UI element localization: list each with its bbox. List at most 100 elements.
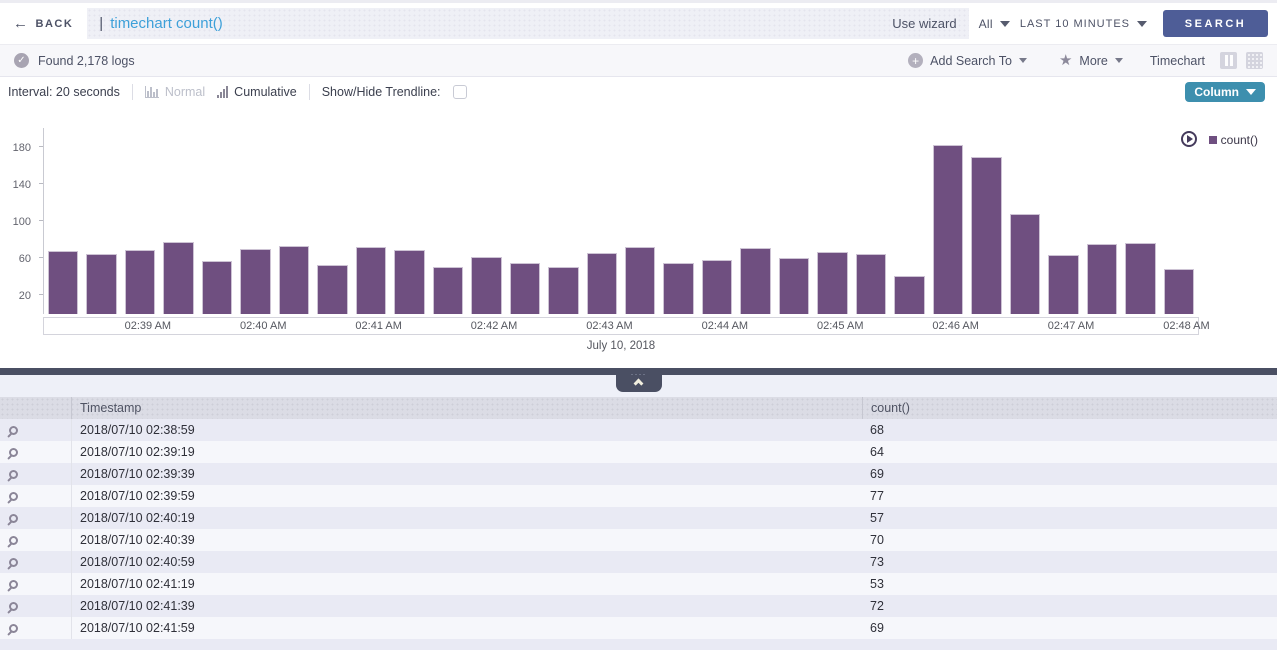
expand-log-button[interactable] [0, 441, 72, 463]
chart-bar[interactable] [86, 254, 116, 314]
magnifier-icon [9, 558, 18, 567]
y-axis-tick-label: 20 [19, 290, 31, 302]
row-timestamp: 2018/07/10 02:39:39 [72, 467, 862, 481]
time-range-dropdown[interactable]: LAST 10 MINUTES [1020, 18, 1147, 30]
row-count: 53 [862, 577, 1277, 591]
table-row-partial [0, 639, 1277, 650]
chart-bar[interactable] [1164, 269, 1194, 314]
add-search-to-menu[interactable]: + Add Search To [908, 53, 1027, 68]
normal-mode-button[interactable]: Normal [145, 85, 205, 99]
trendline-checkbox[interactable] [453, 85, 467, 99]
time-range-label: LAST 10 MINUTES [1020, 18, 1130, 30]
table-row: 2018/07/10 02:38:59 68 [0, 419, 1277, 441]
status-bar: ✓ Found 2,178 logs + Add Search To ★ Mor… [0, 44, 1277, 77]
chart-bar[interactable] [356, 247, 386, 314]
magnifier-icon [9, 426, 18, 435]
x-axis-tick-label: 02:47 AM [1048, 320, 1094, 332]
chevron-down-icon [1000, 21, 1010, 27]
x-axis-tick-label: 02:46 AM [932, 320, 978, 332]
collapse-handle[interactable]: ···· [616, 374, 662, 392]
interval-label: Interval: 20 seconds [8, 85, 120, 99]
expand-log-button[interactable] [0, 463, 72, 485]
search-button[interactable]: SEARCH [1163, 10, 1268, 37]
expand-log-button[interactable] [0, 507, 72, 529]
chart-bar[interactable] [240, 249, 270, 314]
plus-circle-icon: + [908, 53, 923, 68]
chart-bar[interactable] [317, 265, 347, 314]
cumulative-label: Cumulative [234, 85, 297, 99]
chart-bar[interactable] [1087, 244, 1117, 314]
table-row: 2018/07/10 02:40:59 73 [0, 551, 1277, 573]
magnifier-icon [9, 536, 18, 545]
found-logs-status: Found 2,178 logs [38, 54, 135, 68]
more-menu[interactable]: ★ More [1059, 53, 1123, 68]
table-row: 2018/07/10 02:39:59 77 [0, 485, 1277, 507]
magnifier-icon [9, 624, 18, 633]
timestamp-column-header[interactable]: Timestamp [72, 397, 862, 419]
chart-bar[interactable] [510, 263, 540, 314]
magnifier-icon [9, 514, 18, 523]
chart-panel-icon[interactable] [1220, 52, 1237, 69]
expand-log-button[interactable] [0, 419, 72, 441]
chart-bar[interactable] [663, 263, 693, 314]
chart-bar[interactable] [971, 157, 1001, 314]
expand-log-button[interactable] [0, 485, 72, 507]
expand-log-button[interactable] [0, 573, 72, 595]
chart-bar[interactable] [779, 258, 809, 314]
chart-bar[interactable] [702, 260, 732, 314]
panel-divider: ···· [0, 368, 1277, 375]
row-count: 69 [862, 621, 1277, 635]
chart-bar[interactable] [587, 253, 617, 314]
chart-bar[interactable] [894, 276, 924, 314]
play-icon [1187, 135, 1193, 143]
timechart-panel: 2060100140180 02:39 AM02:40 AM02:41 AM02… [0, 107, 1277, 368]
row-timestamp: 2018/07/10 02:40:19 [72, 511, 862, 525]
expand-log-button[interactable] [0, 595, 72, 617]
chart-bar[interactable] [163, 242, 193, 314]
chart-bar[interactable] [817, 252, 847, 314]
search-query-input[interactable]: | timechart count() Use wizard [87, 8, 968, 39]
count-column-header[interactable]: count() [862, 397, 1277, 419]
row-count: 72 [862, 599, 1277, 613]
expand-log-button[interactable] [0, 529, 72, 551]
scope-dropdown[interactable]: All [979, 17, 1010, 31]
chart-bar[interactable] [856, 254, 886, 314]
chart-bar[interactable] [548, 267, 578, 314]
cumulative-bars-icon [217, 86, 228, 98]
chart-bar[interactable] [471, 257, 501, 314]
x-axis-tick-label: 02:45 AM [817, 320, 863, 332]
table-panel-icon[interactable] [1246, 52, 1263, 69]
use-wizard-link[interactable]: Use wizard [892, 16, 956, 31]
chart-bar[interactable] [48, 251, 78, 314]
play-button[interactable] [1181, 131, 1197, 147]
chart-type-button[interactable]: Column [1185, 82, 1265, 102]
x-axis-tick-label: 02:40 AM [240, 320, 286, 332]
magnifier-icon [9, 492, 18, 501]
chevron-up-icon [634, 379, 644, 389]
chart-bar[interactable] [1125, 243, 1155, 314]
y-axis-tick-label: 140 [13, 179, 31, 191]
legend-swatch [1209, 136, 1217, 144]
normal-bars-icon [145, 86, 159, 98]
expand-column-header [0, 397, 72, 419]
chart-bar[interactable] [433, 267, 463, 314]
chart-bar[interactable] [279, 246, 309, 314]
chevron-down-icon [1115, 58, 1123, 63]
chart-bar[interactable] [125, 250, 155, 314]
chart-bar[interactable] [202, 261, 232, 314]
row-timestamp: 2018/07/10 02:41:39 [72, 599, 862, 613]
row-count: 69 [862, 467, 1277, 481]
chart-bar[interactable] [625, 247, 655, 314]
chart-bar[interactable] [933, 145, 963, 314]
chart-bar[interactable] [740, 248, 770, 314]
expand-log-button[interactable] [0, 551, 72, 573]
drag-dots-icon: ···· [631, 372, 647, 376]
chart-legend[interactable]: count() [1209, 133, 1258, 147]
chart-bar[interactable] [394, 250, 424, 314]
cumulative-mode-button[interactable]: Cumulative [217, 85, 297, 99]
expand-log-button[interactable] [0, 617, 72, 639]
chevron-down-icon [1246, 89, 1256, 95]
chart-bar[interactable] [1010, 214, 1040, 314]
chart-bar[interactable] [1048, 255, 1078, 314]
back-button[interactable]: ← BACK [9, 16, 77, 31]
